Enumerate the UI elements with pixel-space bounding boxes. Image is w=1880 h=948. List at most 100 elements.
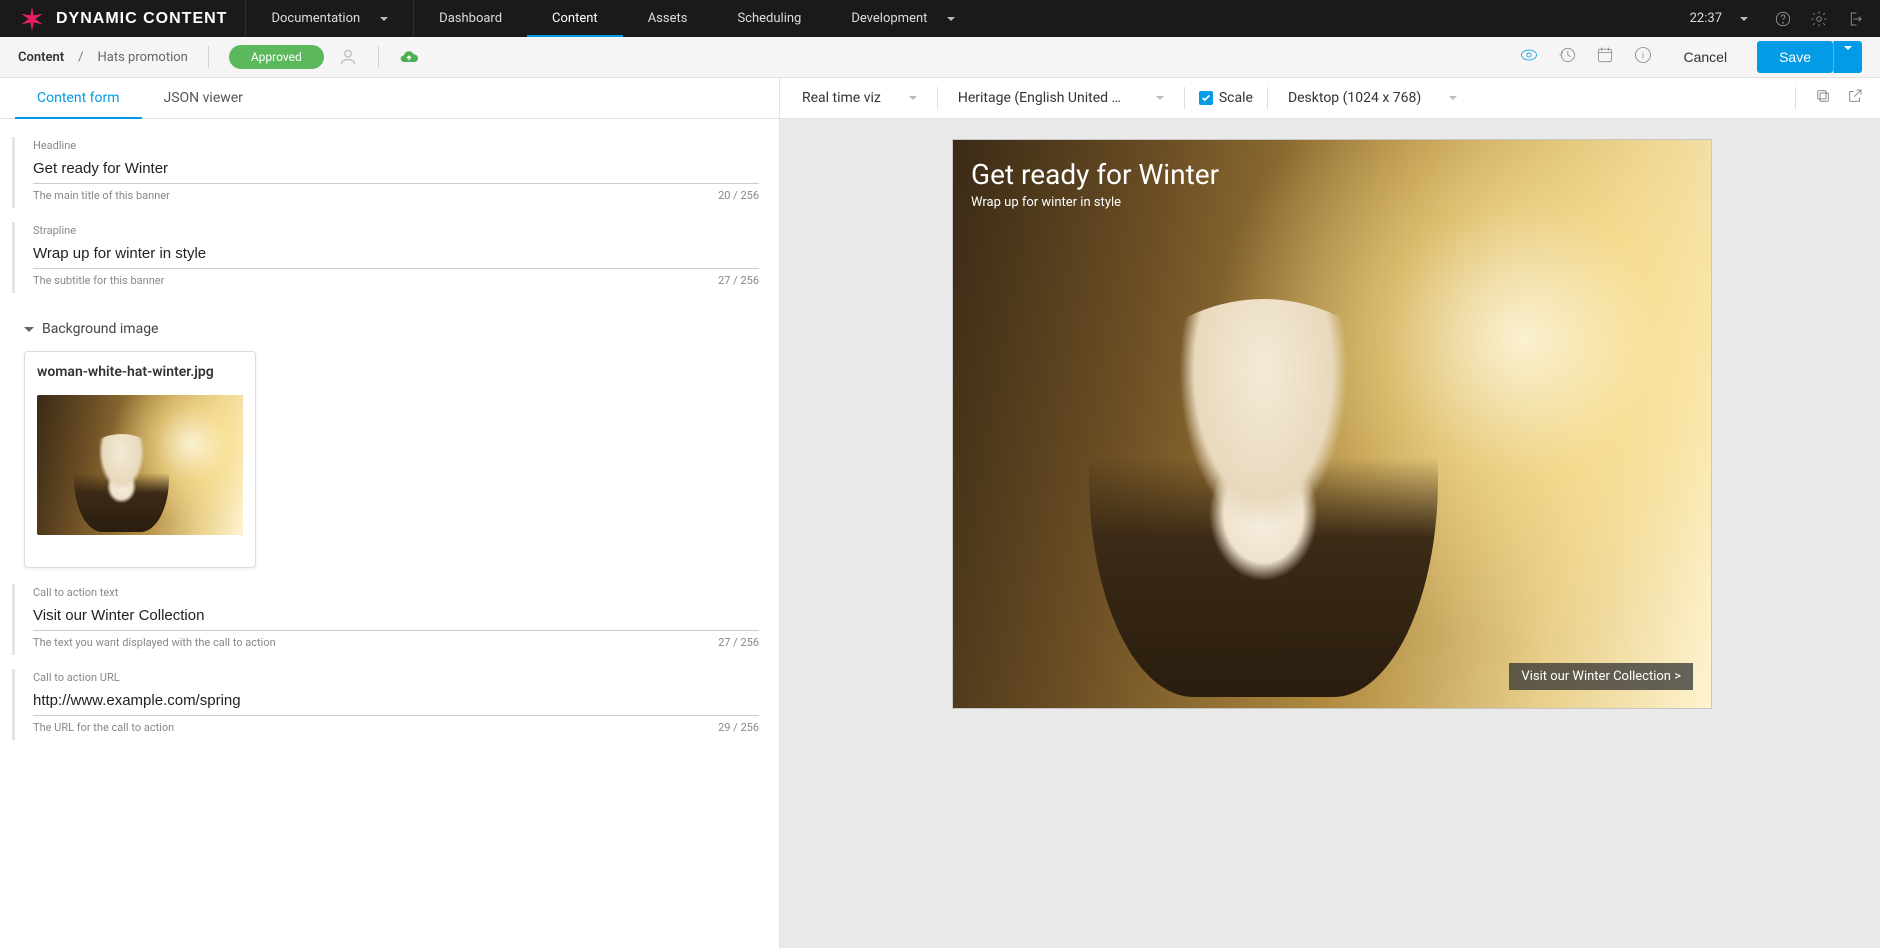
form-panel: Content form JSON viewer Headline The ma… — [0, 78, 780, 948]
banner-preview: Get ready for Winter Wrap up for winter … — [953, 140, 1711, 708]
tab-content-form-label: Content form — [37, 90, 120, 106]
cta-url-help: The URL for the call to action — [33, 721, 174, 734]
caret-down-icon — [1449, 96, 1457, 100]
save-button-group: Save — [1757, 41, 1862, 73]
app-root: DYNAMIC CONTENT Documentation Dashboard … — [0, 0, 1880, 948]
content-header: Content / Hats promotion Approved — [0, 37, 1880, 78]
chevron-down-icon — [24, 327, 34, 332]
breadcrumb-item: Hats promotion — [97, 50, 187, 65]
headline-counter: 20 / 256 — [718, 189, 759, 202]
strapline-help: The subtitle for this banner — [33, 274, 164, 287]
clock: 22:37 — [1690, 11, 1722, 26]
top-right-tools: 22:37 — [1690, 0, 1880, 37]
viz-mode-dropdown[interactable]: Real time viz — [796, 86, 923, 110]
caret-down-icon[interactable] — [1740, 17, 1748, 21]
banner-background-image — [953, 140, 1711, 708]
headline-help: The main title of this banner — [33, 189, 170, 202]
save-button[interactable]: Save — [1757, 41, 1833, 73]
nav-assets[interactable]: Assets — [623, 0, 713, 37]
nav-scheduling[interactable]: Scheduling — [712, 0, 826, 37]
brand-area: DYNAMIC CONTENT — [0, 0, 245, 37]
locale-label: Heritage (English United Ki… — [958, 90, 1128, 106]
caret-down-icon — [909, 96, 917, 100]
cta-text-label: Call to action text — [33, 586, 759, 599]
tab-json-viewer[interactable]: JSON viewer — [142, 78, 265, 118]
schedule-icon[interactable] — [1595, 45, 1615, 69]
brand-logo-icon — [18, 5, 46, 33]
divider — [1795, 87, 1796, 109]
cta-text-input[interactable] — [33, 603, 759, 631]
history-icon[interactable] — [1557, 45, 1577, 69]
cloud-publish-icon[interactable] — [399, 47, 419, 67]
media-thumbnail — [37, 395, 243, 535]
cancel-button[interactable]: Cancel — [1671, 41, 1739, 73]
nav-scheduling-label: Scheduling — [737, 11, 801, 26]
preview-toolbar: Real time viz Heritage (English United K… — [780, 78, 1880, 119]
breadcrumb-separator: / — [78, 50, 83, 65]
banner-cta[interactable]: Visit our Winter Collection > — [1509, 663, 1693, 690]
nav-development-label: Development — [851, 11, 927, 26]
nav-assets-label: Assets — [648, 11, 688, 26]
tab-content-form[interactable]: Content form — [15, 78, 142, 118]
info-icon[interactable] — [1633, 45, 1653, 69]
status-pill[interactable]: Approved — [229, 45, 324, 69]
divider — [1267, 87, 1268, 109]
assignee-icon[interactable] — [338, 47, 358, 67]
copy-icon[interactable] — [1814, 87, 1832, 109]
divider — [1184, 87, 1185, 109]
cta-text-counter: 27 / 256 — [718, 636, 759, 649]
field-cta-text: Call to action text The text you want di… — [12, 584, 759, 655]
scale-label: Scale — [1219, 90, 1253, 106]
headline-input[interactable] — [33, 156, 759, 184]
logout-icon[interactable] — [1846, 10, 1864, 28]
nav-documentation[interactable]: Documentation — [245, 0, 413, 37]
locale-dropdown[interactable]: Heritage (English United Ki… — [952, 86, 1170, 110]
nav-dashboard[interactable]: Dashboard — [413, 0, 527, 37]
device-dropdown[interactable]: Desktop (1024 x 768) — [1282, 86, 1463, 110]
nav-documentation-label: Documentation — [271, 11, 360, 26]
breadcrumb-root[interactable]: Content — [18, 50, 64, 65]
top-navbar: DYNAMIC CONTENT Documentation Dashboard … — [0, 0, 1880, 37]
scale-toggle[interactable]: Scale — [1199, 90, 1253, 106]
save-menu-button[interactable] — [1833, 41, 1862, 73]
checkbox-checked-icon — [1199, 91, 1213, 105]
background-image-toggle[interactable]: Background image — [24, 315, 759, 343]
field-background-image: Background image woman-white-hat-winter.… — [12, 307, 759, 568]
caret-down-icon — [947, 17, 955, 21]
form-body: Headline The main title of this banner 2… — [0, 119, 779, 754]
cta-url-counter: 29 / 256 — [718, 721, 759, 734]
preview-panel: Real time viz Heritage (English United K… — [780, 78, 1880, 948]
open-external-icon[interactable] — [1846, 87, 1864, 109]
strapline-counter: 27 / 256 — [718, 274, 759, 287]
header-right: Cancel Save — [1519, 41, 1862, 73]
strapline-input[interactable] — [33, 241, 759, 269]
nav-content[interactable]: Content — [527, 0, 623, 37]
cta-text-help: The text you want displayed with the cal… — [33, 636, 276, 649]
strapline-label: Strapline — [33, 224, 759, 237]
nav-content-label: Content — [552, 11, 598, 26]
banner-strapline: Wrap up for winter in style — [971, 195, 1219, 210]
banner-text-overlay: Get ready for Winter Wrap up for winter … — [971, 158, 1219, 210]
field-headline: Headline The main title of this banner 2… — [12, 137, 759, 208]
caret-down-icon — [1844, 46, 1852, 65]
preview-icon[interactable] — [1519, 45, 1539, 69]
header-left: Content / Hats promotion Approved — [18, 45, 419, 69]
nav-dashboard-label: Dashboard — [439, 11, 502, 26]
settings-icon[interactable] — [1810, 10, 1828, 28]
headline-label: Headline — [33, 139, 759, 152]
form-tabs: Content form JSON viewer — [0, 78, 779, 119]
caret-down-icon — [1156, 96, 1164, 100]
divider — [937, 87, 938, 109]
media-card[interactable]: woman-white-hat-winter.jpg — [24, 351, 256, 568]
nav-development[interactable]: Development — [826, 0, 980, 37]
cta-url-help-row: The URL for the call to action 29 / 256 — [33, 721, 759, 734]
preview-canvas: Get ready for Winter Wrap up for winter … — [780, 119, 1880, 948]
preview-toolbar-left: Real time viz Heritage (English United K… — [796, 86, 1463, 110]
field-strapline: Strapline The subtitle for this banner 2… — [12, 222, 759, 293]
help-icon[interactable] — [1774, 10, 1792, 28]
cta-url-input[interactable] — [33, 688, 759, 716]
device-label: Desktop (1024 x 768) — [1288, 90, 1421, 106]
brand-text: DYNAMIC CONTENT — [56, 10, 227, 28]
cta-url-label: Call to action URL — [33, 671, 759, 684]
divider — [378, 46, 379, 68]
